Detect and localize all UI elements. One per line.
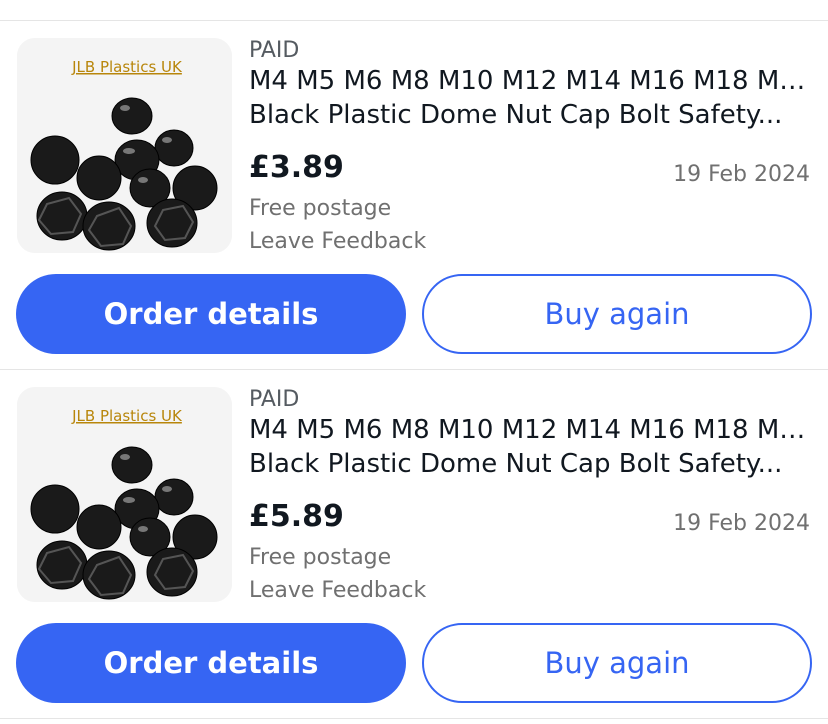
item-title-line: M4 M5 M6 M8 M10 M12 M14 M16 M18 M20: [249, 415, 809, 445]
item-price: £3.89: [249, 150, 344, 185]
leave-feedback-link[interactable]: Leave Feedback: [249, 578, 426, 603]
buy-again-button[interactable]: Buy again: [422, 623, 812, 703]
item-title-line: M4 M5 M6 M8 M10 M12 M14 M16 M18 M20: [249, 66, 809, 96]
order-details-button[interactable]: Order details: [16, 623, 406, 703]
order-status: PAID: [249, 387, 300, 412]
postage-info: Free postage: [249, 196, 392, 221]
item-title-line: Black Plastic Dome Nut Cap Bolt Safety..…: [249, 449, 783, 479]
image-brand-text: JLB Plastics UK: [71, 58, 183, 76]
item-price: £5.89: [249, 499, 344, 534]
order-date: 19 Feb 2024: [673, 162, 810, 187]
item-title-line: Black Plastic Dome Nut Cap Bolt Safety..…: [249, 100, 783, 130]
order-card: JLB Plastics UK PAID M4 M5 M6 M8 M10 M12…: [0, 20, 828, 368]
buy-again-button[interactable]: Buy again: [422, 274, 812, 354]
divider: [0, 718, 828, 719]
item-title[interactable]: M4 M5 M6 M8 M10 M12 M14 M16 M18 M20 Blac…: [249, 64, 809, 132]
order-date: 19 Feb 2024: [673, 511, 810, 536]
product-image[interactable]: JLB Plastics UK: [17, 38, 232, 253]
order-status: PAID: [249, 38, 300, 63]
leave-feedback-link[interactable]: Leave Feedback: [249, 229, 426, 254]
image-brand-text: JLB Plastics UK: [71, 407, 183, 425]
postage-info: Free postage: [249, 545, 392, 570]
order-card: JLB Plastics UK PAID M4 M5 M6 M8 M10 M12…: [0, 369, 828, 717]
item-title[interactable]: M4 M5 M6 M8 M10 M12 M14 M16 M18 M20 Blac…: [249, 413, 809, 481]
order-details-button[interactable]: Order details: [16, 274, 406, 354]
product-image[interactable]: JLB Plastics UK: [17, 387, 232, 602]
